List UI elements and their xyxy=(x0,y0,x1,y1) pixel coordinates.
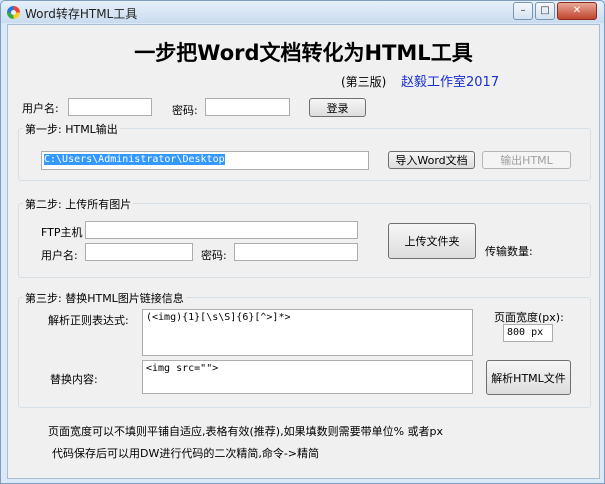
login-button[interactable]: 登录 xyxy=(309,98,366,117)
export-html-button[interactable]: 输出HTML xyxy=(482,151,571,169)
login-password-input[interactable] xyxy=(205,98,290,116)
parse-html-button[interactable]: 解析HTML文件 xyxy=(486,360,571,395)
regex-label: 解析正则表达式: xyxy=(48,314,129,327)
import-word-button[interactable]: 导入Word文档 xyxy=(388,151,475,169)
ftp-host-input[interactable] xyxy=(85,221,358,239)
replace-content-input[interactable]: <img src=""> xyxy=(142,360,473,394)
ftp-password-input[interactable] xyxy=(234,243,358,261)
client-area: 一步把Word文档转化为HTML工具 (第三版) 赵毅工作室2017 用户名: … xyxy=(7,24,600,479)
app-logo-icon xyxy=(7,6,20,19)
minimize-button[interactable]: – xyxy=(513,2,533,20)
login-username-label: 用户名: xyxy=(22,102,59,115)
step3-title: 第三步: 替换HTML图片链接信息 xyxy=(23,290,186,306)
login-username-input[interactable] xyxy=(68,98,152,116)
output-path-input[interactable]: C:\Users\Administrator\Desktop xyxy=(41,151,369,170)
login-password-label: 密码: xyxy=(172,104,198,117)
ftp-username-input[interactable] xyxy=(85,243,193,261)
title-bar[interactable]: Word转存HTML工具 – □ ✕ xyxy=(1,1,604,23)
close-button[interactable]: ✕ xyxy=(557,2,597,20)
note-page-width: 页面宽度可以不填则平铺自适应,表格有效(推荐),如果填数则需要带单位% 或者px xyxy=(48,425,444,438)
page-title: 一步把Word文档转化为HTML工具 xyxy=(134,41,473,65)
ftp-password-label: 密码: xyxy=(201,249,227,262)
transfer-count-label: 传输数量: xyxy=(485,245,533,258)
upload-folder-button[interactable]: 上传文件夹 xyxy=(388,223,476,259)
step2-group: 第二步: 上传所有图片 xyxy=(18,196,591,278)
window-title: Word转存HTML工具 xyxy=(25,7,138,21)
page-width-input[interactable]: 800 px xyxy=(503,324,553,342)
step2-title: 第二步: 上传所有图片 xyxy=(23,196,134,212)
output-path-text: C:\Users\Administrator\Desktop xyxy=(44,154,225,165)
edition-label: (第三版) xyxy=(341,75,387,89)
replace-content-label: 替换内容: xyxy=(50,373,98,386)
ftp-host-label: FTP主机 xyxy=(41,226,83,239)
regex-input[interactable]: (<img){1}[\s\S]{6}[^>]*> xyxy=(142,309,473,356)
app-window: Word转存HTML工具 – □ ✕ 一步把Word文档转化为HTML工具 (第… xyxy=(0,0,605,484)
note-code-simplify: 代码保存后可以用DW进行代码的二次精简,命令->精简 xyxy=(52,447,320,460)
ftp-username-label: 用户名: xyxy=(41,249,78,262)
step1-title: 第一步: HTML输出 xyxy=(23,121,120,137)
studio-link[interactable]: 赵毅工作室2017 xyxy=(401,71,499,90)
page-width-label: 页面宽度(px): xyxy=(494,311,564,324)
maximize-button[interactable]: □ xyxy=(535,2,555,20)
